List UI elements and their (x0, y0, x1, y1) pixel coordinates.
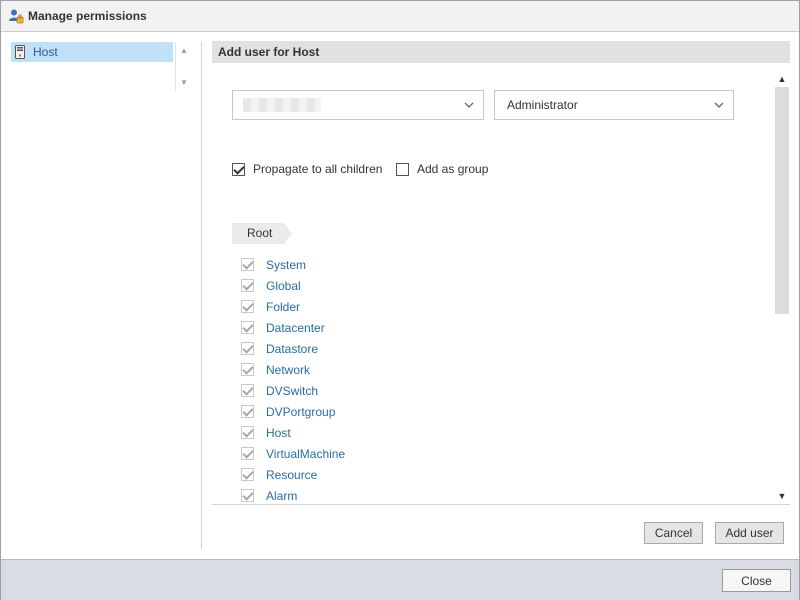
role-select[interactable]: Administrator (494, 90, 734, 120)
add-as-group-checkbox[interactable] (396, 162, 409, 176)
privilege-label[interactable]: Alarm (266, 489, 297, 503)
privilege-checkbox[interactable] (241, 279, 254, 292)
dialog-footer: Close (1, 559, 799, 600)
privilege-label[interactable]: Global (266, 279, 301, 293)
list-item[interactable]: Host (241, 422, 761, 443)
tree-item-host[interactable]: Host (11, 42, 173, 62)
privilege-label[interactable]: Host (266, 426, 291, 440)
scroll-up-icon[interactable]: ▲ (774, 72, 790, 86)
users-permissions-icon (8, 8, 24, 24)
redacted-username (243, 98, 321, 112)
host-icon (15, 45, 25, 59)
privilege-checkbox[interactable] (241, 489, 254, 502)
privilege-checkbox[interactable] (241, 342, 254, 355)
privilege-list: System Global Folder Datacenter Datastor… (241, 254, 761, 504)
manage-permissions-dialog: Manage permissions Host ▲ ▼ Add user for… (0, 0, 800, 600)
content-divider (212, 504, 790, 505)
propagate-checkbox-row[interactable]: Propagate to all children (232, 162, 382, 176)
dialog-title: Manage permissions (28, 9, 147, 23)
cancel-button[interactable]: Cancel (644, 522, 703, 544)
tree-item-label: Host (33, 45, 58, 59)
list-item[interactable]: Datastore (241, 338, 761, 359)
add-as-group-checkbox-row[interactable]: Add as group (396, 162, 488, 176)
privilege-checkbox[interactable] (241, 321, 254, 334)
title-bar: Manage permissions (1, 1, 799, 32)
privilege-label[interactable]: DVPortgroup (266, 405, 335, 419)
chevron-down-icon (464, 102, 474, 108)
privilege-checkbox[interactable] (241, 405, 254, 418)
breadcrumb-root[interactable]: Root (232, 223, 292, 244)
scrollbar-thumb[interactable] (775, 87, 789, 314)
list-item[interactable]: System (241, 254, 761, 275)
list-item[interactable]: Datacenter (241, 317, 761, 338)
scroll-up-icon[interactable]: ▲ (176, 44, 192, 58)
user-select[interactable] (232, 90, 484, 120)
role-select-value: Administrator (507, 98, 578, 112)
close-button[interactable]: Close (722, 569, 791, 592)
inventory-tree: Host ▲ ▼ (11, 42, 191, 92)
privilege-checkbox[interactable] (241, 447, 254, 460)
privilege-label[interactable]: Resource (266, 468, 317, 482)
add-as-group-label: Add as group (417, 162, 489, 176)
list-item[interactable]: Folder (241, 296, 761, 317)
list-item[interactable]: Network (241, 359, 761, 380)
privilege-label[interactable]: DVSwitch (266, 384, 318, 398)
scroll-down-icon[interactable]: ▼ (176, 76, 192, 90)
privilege-label[interactable]: Datacenter (266, 321, 325, 335)
privilege-checkbox[interactable] (241, 468, 254, 481)
privilege-label[interactable]: System (266, 258, 306, 272)
chevron-down-icon (714, 102, 724, 108)
propagate-label: Propagate to all children (253, 162, 383, 176)
list-item[interactable]: Global (241, 275, 761, 296)
privilege-checkbox[interactable] (241, 300, 254, 313)
privilege-checkbox[interactable] (241, 384, 254, 397)
panel-divider (201, 42, 202, 549)
list-item[interactable]: DVPortgroup (241, 401, 761, 422)
list-item[interactable]: Resource (241, 464, 761, 485)
add-user-button[interactable]: Add user (715, 522, 784, 544)
privilege-label[interactable]: Datastore (266, 342, 318, 356)
list-item[interactable]: DVSwitch (241, 380, 761, 401)
privilege-checkbox[interactable] (241, 363, 254, 376)
scroll-down-icon[interactable]: ▼ (774, 489, 790, 503)
privilege-checkbox[interactable] (241, 258, 254, 271)
propagate-checkbox[interactable] (232, 162, 245, 176)
privilege-label[interactable]: Folder (266, 300, 300, 314)
privilege-label[interactable]: VirtualMachine (266, 447, 345, 461)
list-item[interactable]: Alarm (241, 485, 761, 504)
list-item[interactable]: VirtualMachine (241, 443, 761, 464)
section-header: Add user for Host (212, 41, 790, 63)
privilege-checkbox[interactable] (241, 426, 254, 439)
tree-scrollbar[interactable]: ▲ ▼ (175, 42, 191, 92)
content-scrollbar[interactable]: ▲ ▼ (774, 71, 790, 504)
privilege-label[interactable]: Network (266, 363, 310, 377)
